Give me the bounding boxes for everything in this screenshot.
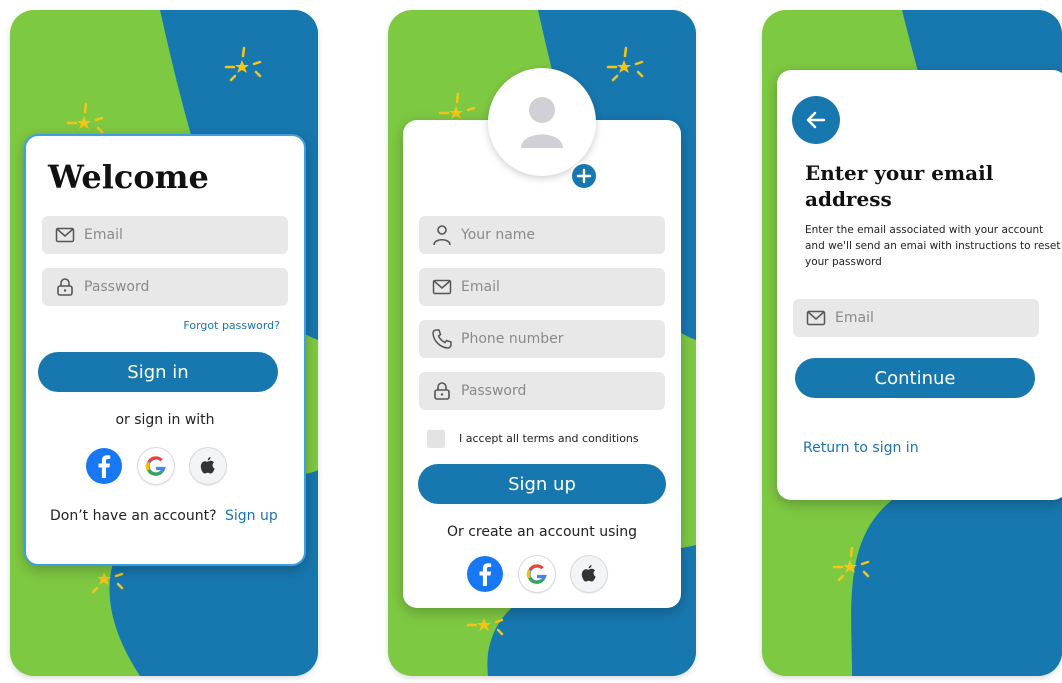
no-account-label: Don’t have an account? [50,508,217,524]
sparkle-icon [224,46,262,82]
google-icon[interactable] [138,448,174,484]
back-button[interactable] [792,96,840,144]
apple-icon[interactable] [571,556,607,592]
sign-in-button[interactable]: Sign in [38,352,278,392]
apple-icon[interactable] [190,448,226,484]
name-placeholder: Your name [461,227,536,243]
description-text: Enter the email associated with your acc… [805,224,1061,268]
email-field[interactable]: Email [42,216,288,254]
email-field[interactable]: Email [793,299,1039,337]
sign-up-button[interactable]: Sign up [418,464,666,504]
page-title: Welcome [48,158,209,196]
password-placeholder: Password [461,383,527,399]
continue-button[interactable]: Continue [795,358,1035,398]
reset-card: Enter your email address Enter the email… [777,70,1062,500]
signup-screen: Your name Email Phone number Password I … [388,10,696,676]
no-account-text: Don’t have an account? Sign up [50,508,278,524]
email-placeholder: Email [835,310,874,326]
sparkle-icon [466,618,504,636]
phone-icon [431,328,453,350]
avatar[interactable] [488,68,598,190]
reset-password-screen: Enter your email address Enter the email… [762,10,1062,676]
or-create-label: Or create an account using [446,524,638,540]
add-photo-icon[interactable] [570,162,598,190]
mail-icon [431,276,453,298]
email-field[interactable]: Email [419,268,665,306]
name-field[interactable]: Your name [419,216,665,254]
sign-up-link[interactable]: Sign up [225,508,278,524]
phone-field[interactable]: Phone number [419,320,665,358]
password-placeholder: Password [84,279,150,295]
login-screen: Welcome Email Password Forgot password? … [10,10,318,676]
terms-checkbox[interactable] [427,430,445,448]
mail-icon [805,307,827,329]
arrow-left-icon [806,111,826,129]
email-placeholder: Email [461,279,500,295]
google-icon[interactable] [519,556,555,592]
lock-icon [431,380,453,402]
email-placeholder: Email [84,227,123,243]
signup-card: Your name Email Phone number Password I … [403,120,681,608]
password-field[interactable]: Password [419,372,665,410]
phone-placeholder: Phone number [461,331,564,347]
password-field[interactable]: Password [42,268,288,306]
facebook-icon[interactable] [86,448,122,484]
forgot-password-link[interactable]: Forgot password? [183,319,280,332]
page-title: Enter your email address [805,161,994,211]
return-to-sign-in-link[interactable]: Return to sign in [803,440,919,456]
lock-icon [54,276,76,298]
terms-label: I accept all terms and conditions [459,432,639,445]
login-card: Welcome Email Password Forgot password? … [24,134,306,566]
mail-icon [54,224,76,246]
sparkle-icon [606,46,644,82]
facebook-icon[interactable] [467,556,503,592]
user-placeholder-icon [521,97,563,148]
or-sign-in-label: or sign in with [115,412,215,428]
sparkle-icon [832,546,870,582]
user-icon [431,224,453,246]
